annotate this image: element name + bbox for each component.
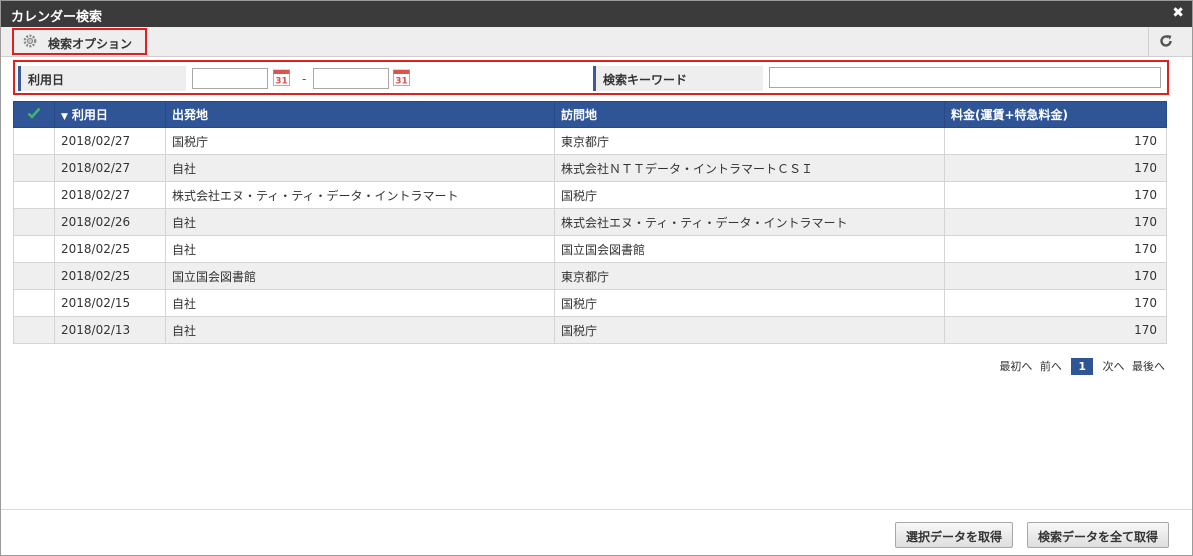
cell-from: 自社 (165, 316, 555, 344)
table-row[interactable]: 2018/02/27 国税庁 東京都庁 170 (13, 127, 1167, 155)
table-row[interactable]: 2018/02/25 自社 国立国会図書館 170 (13, 235, 1167, 263)
cell-from: 国立国会図書館 (165, 262, 555, 290)
cell-from: 国税庁 (165, 127, 555, 155)
cell-from: 自社 (165, 154, 555, 182)
table-header-row: ▼ 利用日 出発地 訪問地 料金(運賃+特急料金) (13, 101, 1167, 128)
cell-fee: 170 (944, 154, 1167, 182)
calendar-icon[interactable]: 31 (393, 68, 410, 87)
pager-next-link[interactable]: 次へ (1103, 360, 1125, 373)
column-header-fee[interactable]: 料金(運賃+特急料金) (944, 101, 1167, 128)
cell-fee: 170 (944, 316, 1167, 344)
column-header-date[interactable]: ▼ 利用日 (54, 101, 166, 128)
result-table: ▼ 利用日 出発地 訪問地 料金(運賃+特急料金) 2018/02/27 国税庁 東京… (13, 101, 1167, 344)
cell-to: 国税庁 (554, 316, 945, 344)
date-label: 利用日 (18, 66, 186, 91)
calendar-search-dialog: カレンダー検索 ✖ 検索オプション 利用日 31 - 31 検索キーワード ▼ … (0, 0, 1193, 556)
dialog-titlebar: カレンダー検索 ✖ (1, 1, 1192, 27)
row-select-cell[interactable] (13, 262, 55, 290)
dialog-title: カレンダー検索 (11, 10, 103, 25)
table-row[interactable]: 2018/02/15 自社 国税庁 170 (13, 289, 1167, 317)
row-select-cell[interactable] (13, 208, 55, 236)
row-select-cell[interactable] (13, 154, 55, 182)
get-selected-data-button[interactable]: 選択データを取得 (895, 522, 1014, 548)
pager-first-link[interactable]: 最初へ (999, 360, 1032, 373)
cell-to: 国立国会図書館 (554, 235, 945, 263)
search-option-toggle[interactable]: 検索オプション (12, 28, 147, 55)
select-all-header[interactable] (13, 101, 55, 128)
cell-date: 2018/02/26 (54, 208, 166, 236)
search-option-bar: 検索オプション (1, 27, 1192, 57)
search-criteria-panel: 利用日 31 - 31 検索キーワード (13, 60, 1169, 95)
row-select-cell[interactable] (13, 289, 55, 317)
check-icon (27, 107, 41, 119)
cell-fee: 170 (944, 289, 1167, 317)
cell-to: 株式会社ＮＴＴデータ・イントラマートＣＳＩ (554, 154, 945, 182)
row-select-cell[interactable] (13, 316, 55, 344)
dialog-footer: 選択データを取得 検索データを全て取得 (1, 509, 1192, 555)
gear-icon (23, 34, 37, 48)
cell-to: 東京都庁 (554, 262, 945, 290)
cell-date: 2018/02/27 (54, 127, 166, 155)
reload-button[interactable] (1148, 27, 1192, 56)
table-row[interactable]: 2018/02/26 自社 株式会社エヌ・ティ・ティ・データ・イントラマート 170 (13, 208, 1167, 236)
calendar-icon[interactable]: 31 (273, 68, 290, 87)
cell-date: 2018/02/25 (54, 235, 166, 263)
table-row[interactable]: 2018/02/13 自社 国税庁 170 (13, 316, 1167, 344)
close-icon[interactable]: ✖ (1172, 5, 1184, 21)
pager-current-page[interactable]: 1 (1071, 358, 1093, 375)
cell-date: 2018/02/13 (54, 316, 166, 344)
cell-fee: 170 (944, 262, 1167, 290)
row-select-cell[interactable] (13, 127, 55, 155)
svg-text:31: 31 (395, 77, 408, 87)
date-to-input[interactable] (313, 68, 389, 89)
table-body: 2018/02/27 国税庁 東京都庁 170 2018/02/27 自社 株式会社ＮＴＴデ… (13, 127, 1167, 344)
cell-date: 2018/02/25 (54, 262, 166, 290)
get-all-data-button[interactable]: 検索データを全て取得 (1027, 522, 1170, 548)
pager-prev-link[interactable]: 前へ (1040, 360, 1062, 373)
date-from-input[interactable] (192, 68, 268, 89)
cell-fee: 170 (944, 235, 1167, 263)
reload-icon (1160, 35, 1172, 47)
cell-date: 2018/02/15 (54, 289, 166, 317)
cell-fee: 170 (944, 127, 1167, 155)
keyword-label: 検索キーワード (593, 66, 763, 91)
cell-from: 自社 (165, 289, 555, 317)
column-header-from[interactable]: 出発地 (165, 101, 555, 128)
pagination: 最初へ 前へ 1 次へ 最後へ (995, 358, 1165, 375)
cell-fee: 170 (944, 181, 1167, 209)
table-row[interactable]: 2018/02/27 自社 株式会社ＮＴＴデータ・イントラマートＣＳＩ 170 (13, 154, 1167, 182)
table-row[interactable]: 2018/02/25 国立国会図書館 東京都庁 170 (13, 262, 1167, 290)
sort-desc-icon: ▼ (61, 112, 68, 122)
cell-from: 株式会社エヌ・ティ・ティ・データ・イントラマート (165, 181, 555, 209)
cell-date: 2018/02/27 (54, 181, 166, 209)
cell-fee: 170 (944, 208, 1167, 236)
cell-date: 2018/02/27 (54, 154, 166, 182)
cell-to: 東京都庁 (554, 127, 945, 155)
cell-to: 株式会社エヌ・ティ・ティ・データ・イントラマート (554, 208, 945, 236)
pager-last-link[interactable]: 最後へ (1132, 360, 1165, 373)
row-select-cell[interactable] (13, 181, 55, 209)
svg-text:31: 31 (275, 77, 288, 87)
keyword-input[interactable] (769, 67, 1161, 88)
search-option-label: 検索オプション (48, 37, 133, 51)
cell-from: 自社 (165, 208, 555, 236)
date-range-separator: - (302, 72, 307, 86)
cell-from: 自社 (165, 235, 555, 263)
table-row[interactable]: 2018/02/27 株式会社エヌ・ティ・ティ・データ・イントラマート 国税庁 170 (13, 181, 1167, 209)
row-select-cell[interactable] (13, 235, 55, 263)
cell-to: 国税庁 (554, 181, 945, 209)
column-header-to[interactable]: 訪問地 (554, 101, 945, 128)
cell-to: 国税庁 (554, 289, 945, 317)
